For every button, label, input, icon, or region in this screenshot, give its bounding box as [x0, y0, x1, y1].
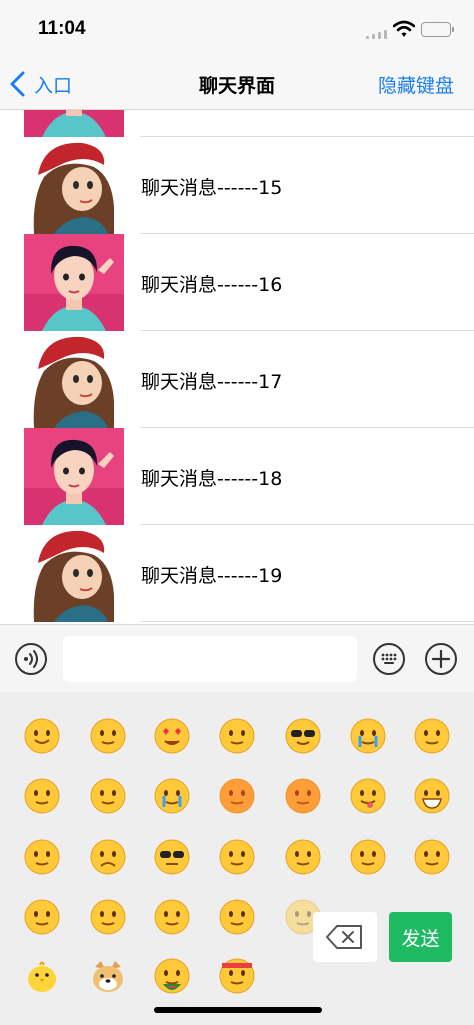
- crying-emoji[interactable]: [349, 717, 387, 755]
- message-text: 聊天消息------17: [141, 371, 283, 393]
- message-text: 聊天消息------15: [141, 177, 283, 199]
- wifi-icon: [393, 20, 415, 37]
- status-bar: 11:04: [0, 0, 474, 58]
- face-palm-emoji[interactable]: [89, 898, 127, 936]
- shush-emoji[interactable]: [23, 777, 61, 815]
- avatar: [24, 331, 124, 428]
- peek-emoji[interactable]: [413, 838, 451, 876]
- smile-emoji[interactable]: [23, 717, 61, 755]
- shy-emoji[interactable]: [89, 717, 127, 755]
- watermelon-emoji[interactable]: [153, 957, 191, 995]
- cellular-signal-icon: [366, 29, 388, 39]
- devil-emoji[interactable]: [413, 717, 451, 755]
- chat-list[interactable]: 聊天消息------15 聊天消息------16 聊天消息------17 聊…: [0, 110, 474, 624]
- message-text: 聊天消息------19: [141, 565, 283, 587]
- tongue-emoji[interactable]: [349, 777, 387, 815]
- chat-row[interactable]: 聊天消息------18: [0, 428, 474, 525]
- avatar: [24, 428, 124, 525]
- avatar: [24, 234, 124, 331]
- delete-button[interactable]: [313, 912, 377, 962]
- furious-emoji[interactable]: [284, 777, 322, 815]
- scream-emoji[interactable]: [284, 838, 322, 876]
- message-text: 聊天消息------18: [141, 468, 283, 490]
- chat-row[interactable]: 聊天消息------17: [0, 331, 474, 428]
- emoji-panel: 发送: [0, 692, 474, 1025]
- drool-emoji[interactable]: [349, 838, 387, 876]
- voice-icon: [24, 650, 38, 668]
- navigation-bar: 入口 聊天界面 隐藏键盘: [0, 58, 474, 110]
- sunglasses-emoji[interactable]: [153, 838, 191, 876]
- sob-emoji[interactable]: [153, 777, 191, 815]
- chick-emoji[interactable]: [23, 957, 61, 995]
- message-text: 聊天消息------16: [141, 274, 283, 296]
- smirk-emoji[interactable]: [153, 898, 191, 936]
- headband-emoji[interactable]: [218, 957, 256, 995]
- surprised-emoji[interactable]: [23, 838, 61, 876]
- more-options-button[interactable]: [425, 643, 457, 675]
- sad-emoji[interactable]: [89, 838, 127, 876]
- backspace-icon: [326, 925, 362, 949]
- avatar: [24, 137, 124, 234]
- message-input[interactable]: [63, 636, 357, 682]
- grin-emoji[interactable]: [413, 777, 451, 815]
- input-toolbar: [0, 624, 474, 692]
- wide-eyes-emoji[interactable]: [218, 838, 256, 876]
- voice-button[interactable]: [15, 643, 47, 675]
- row-divider: [140, 621, 474, 622]
- heart-eyes-emoji[interactable]: [153, 717, 191, 755]
- stare-emoji[interactable]: [218, 717, 256, 755]
- status-time: 11:04: [38, 18, 86, 39]
- home-indicator: [154, 1007, 322, 1013]
- avatar: [24, 525, 124, 622]
- battery-icon: [421, 22, 454, 37]
- blush-emoji[interactable]: [218, 898, 256, 936]
- chat-row[interactable]: [0, 110, 474, 137]
- chat-row[interactable]: 聊天消息------15: [0, 137, 474, 234]
- chat-row[interactable]: 聊天消息------19: [0, 525, 474, 622]
- keyboard-icon: [381, 653, 397, 664]
- chat-row[interactable]: 聊天消息------16: [0, 234, 474, 331]
- angry-red-emoji[interactable]: [218, 777, 256, 815]
- avatar: [24, 110, 124, 137]
- side-eye-emoji[interactable]: [23, 898, 61, 936]
- plus-icon: [431, 649, 451, 669]
- keyboard-toggle-button[interactable]: [373, 643, 405, 675]
- cool-emoji[interactable]: [284, 717, 322, 755]
- sleepy-emoji[interactable]: [89, 777, 127, 815]
- doge-emoji[interactable]: [89, 957, 127, 995]
- send-button[interactable]: 发送: [389, 912, 452, 962]
- hide-keyboard-button[interactable]: 隐藏键盘: [378, 71, 454, 98]
